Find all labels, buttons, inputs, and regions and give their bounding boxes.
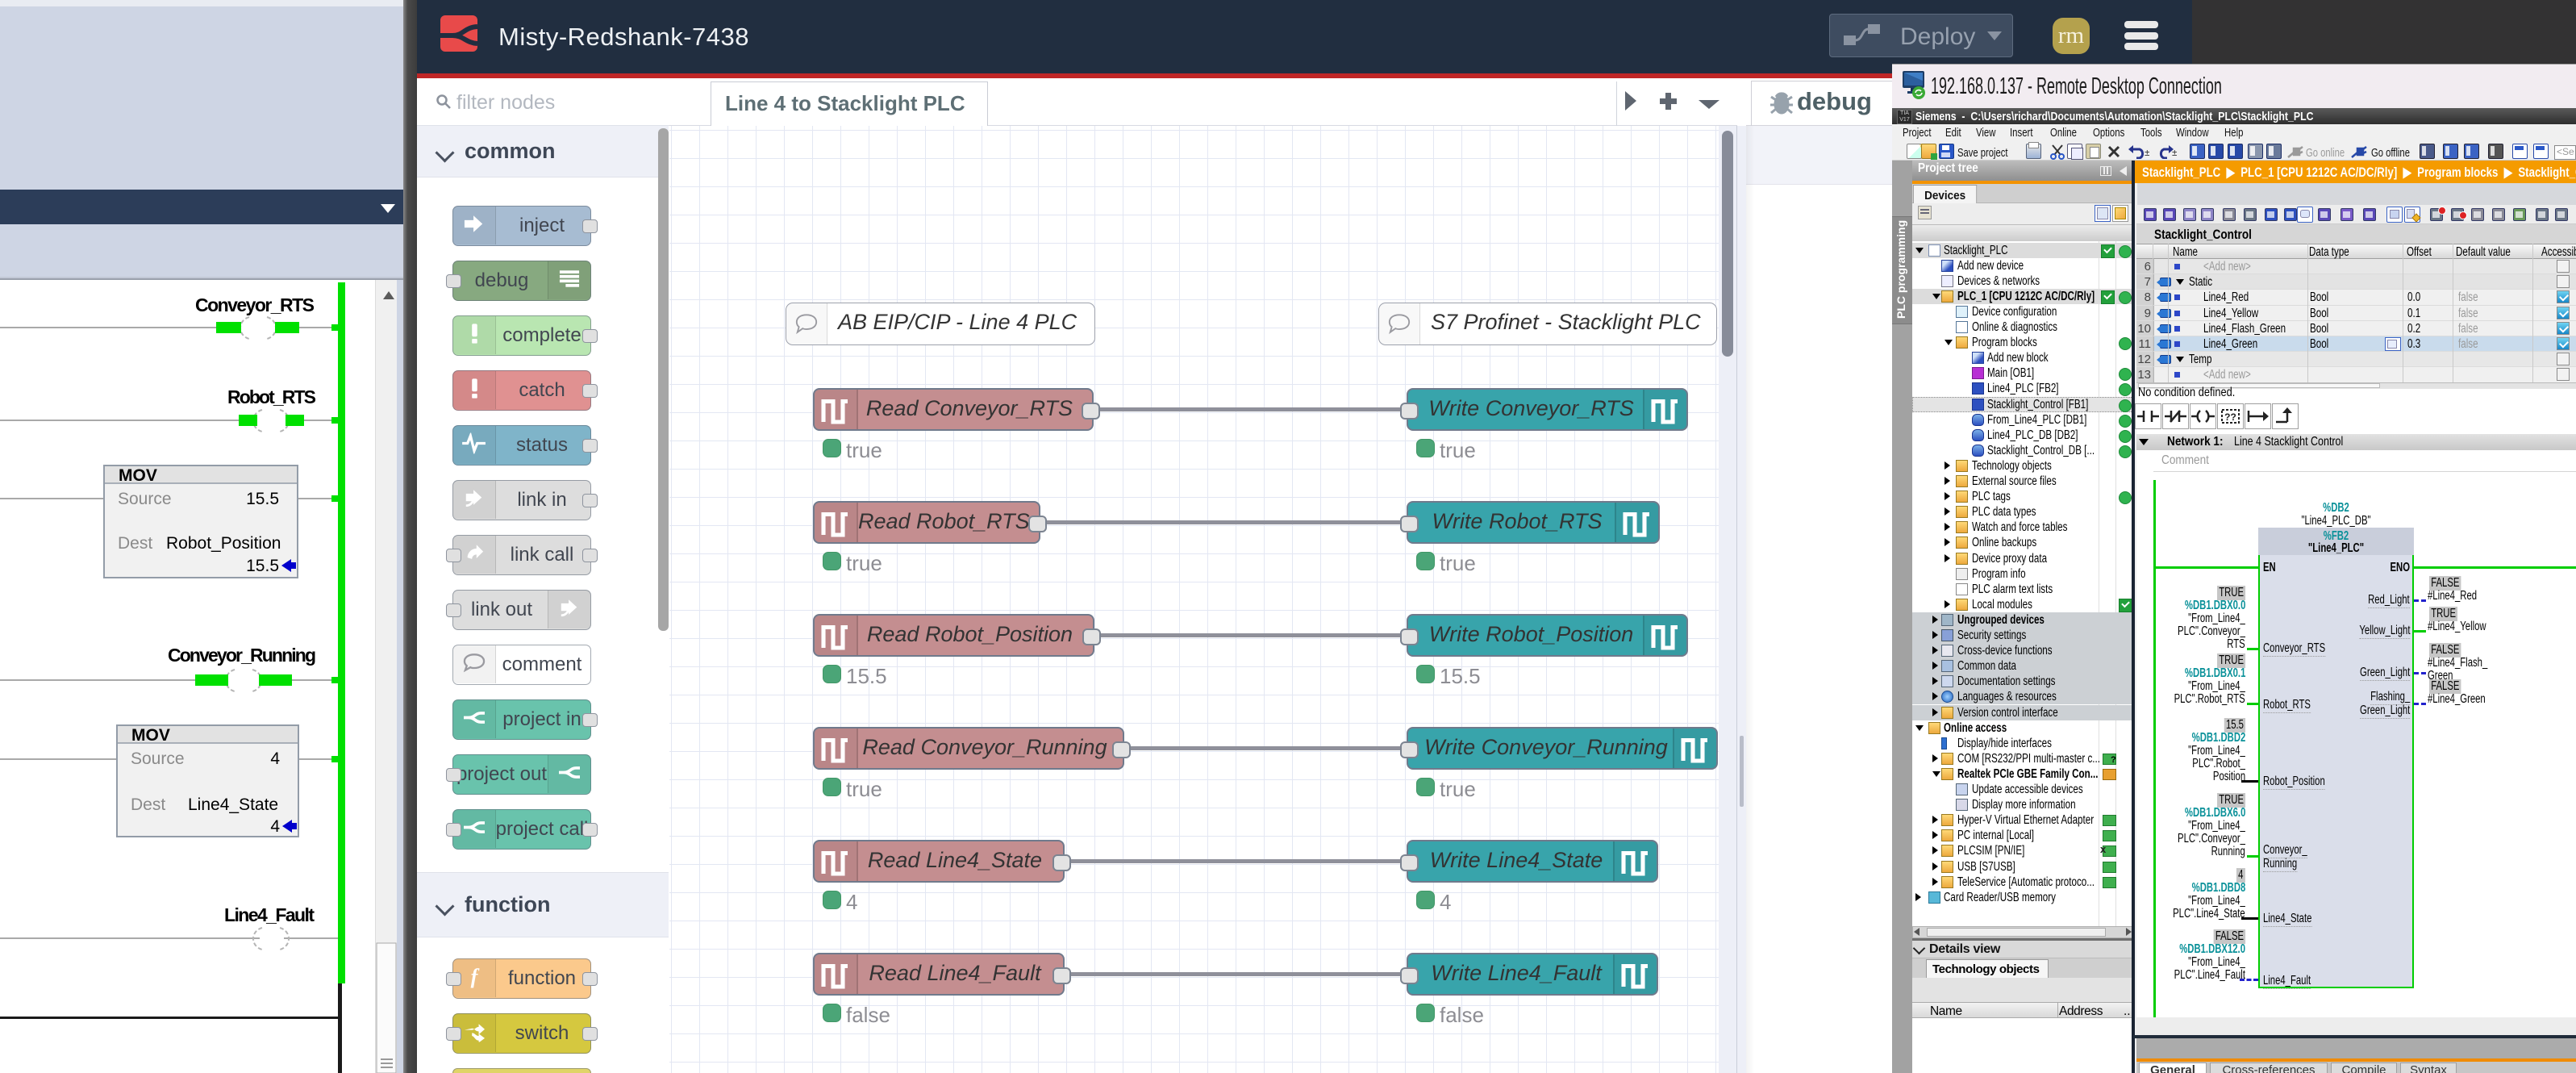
svg-text:15.5: 15.5 <box>246 557 279 575</box>
svg-text:±: ± <box>2145 147 2149 158</box>
svg-text:Robot_RTS: Robot_RTS <box>227 386 316 407</box>
svg-text:Conveyor_RTS: Conveyor_RTS <box>195 294 315 315</box>
svg-text:??: ?? <box>2224 411 2236 423</box>
svg-text:Robot_Position: Robot_Position <box>166 534 281 553</box>
svg-text:MOV: MOV <box>119 466 157 485</box>
svg-text:Line4_State: Line4_State <box>188 795 278 814</box>
svg-text:Source: Source <box>131 749 185 768</box>
svg-text:Dest: Dest <box>118 534 152 553</box>
svg-text:Dest: Dest <box>131 795 165 814</box>
svg-text:Source: Source <box>118 490 172 508</box>
svg-text:MOV: MOV <box>131 726 170 745</box>
svg-text:f: f <box>471 964 480 987</box>
svg-text:Conveyor_Running: Conveyor_Running <box>168 645 316 666</box>
svg-text:Line4_Fault: Line4_Fault <box>224 904 315 925</box>
svg-text:15.5: 15.5 <box>246 490 279 508</box>
svg-text:±: ± <box>2172 147 2177 158</box>
svg-text:4: 4 <box>270 817 280 836</box>
svg-text:4: 4 <box>270 749 280 768</box>
